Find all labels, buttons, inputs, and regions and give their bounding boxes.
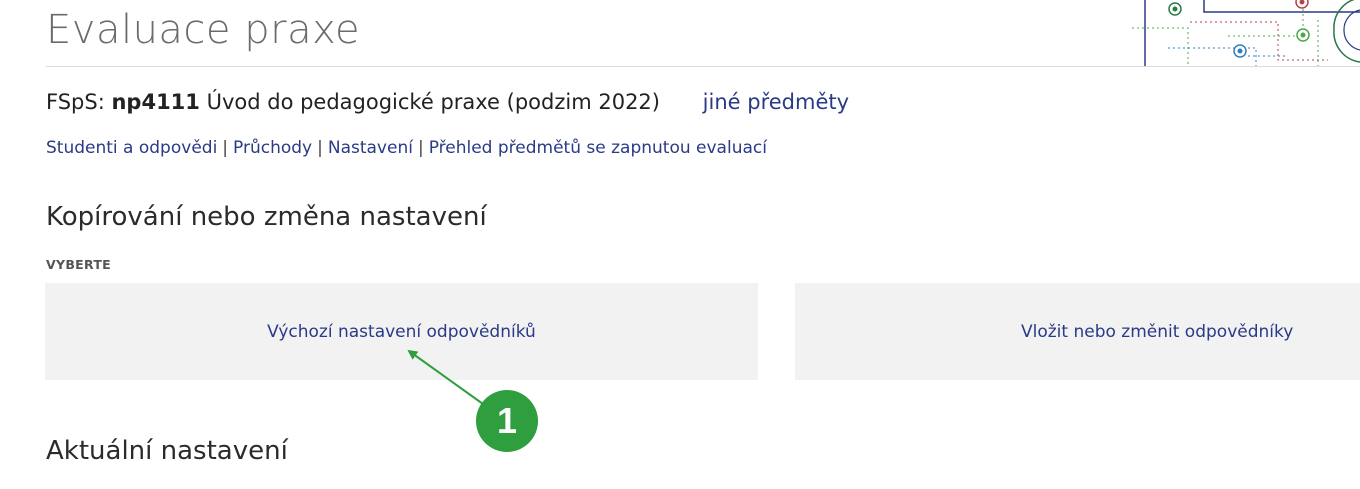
page: Evaluace praxe FSpS: np4111 Úvod do peda… (0, 0, 1360, 489)
section-title-current-settings: Aktuální nastavení (46, 436, 288, 466)
option-label: Vložit nebo změnit odpovědníky (1021, 321, 1294, 342)
nav-link-students-answers[interactable]: Studenti a odpovědi (46, 138, 217, 158)
subnav: Studenti a odpovědi | Průchody | Nastavení | P… (46, 138, 767, 158)
course-code: np4111 (111, 90, 200, 114)
course-name: Úvod do pedagogické praxe (podzim 2022) (206, 90, 660, 114)
faculty-code: FSpS: (46, 90, 105, 114)
nav-link-courses-overview[interactable]: Přehled předmětů se zapnutou evaluací (429, 138, 767, 158)
course-heading: FSpS: np4111 Úvod do pedagogické praxe (… (46, 90, 849, 114)
page-title: Evaluace praxe (46, 7, 361, 53)
nav-link-settings[interactable]: Nastavení (328, 138, 413, 158)
default-answer-sheets-button[interactable]: Výchozí nastavení odpovědníků (45, 283, 758, 380)
annotation-arrow-icon (407, 349, 484, 405)
annotation-badge: 1 (476, 390, 538, 452)
circuit-decoration-icon (1132, 0, 1360, 66)
nav-separator: | (222, 138, 229, 158)
other-subjects-link[interactable]: jiné předměty (703, 90, 849, 114)
nav-separator: | (317, 138, 323, 158)
title-divider (46, 66, 1360, 67)
nav-link-passes[interactable]: Průchody (233, 138, 312, 158)
option-label: Výchozí nastavení odpovědníků (267, 321, 536, 342)
choose-label: VYBERTE (46, 257, 112, 272)
section-title-copy-settings: Kopírování nebo změna nastavení (46, 202, 487, 232)
insert-change-answer-sheets-button[interactable]: Vložit nebo změnit odpovědníky (795, 283, 1360, 380)
nav-separator: | (417, 138, 424, 158)
